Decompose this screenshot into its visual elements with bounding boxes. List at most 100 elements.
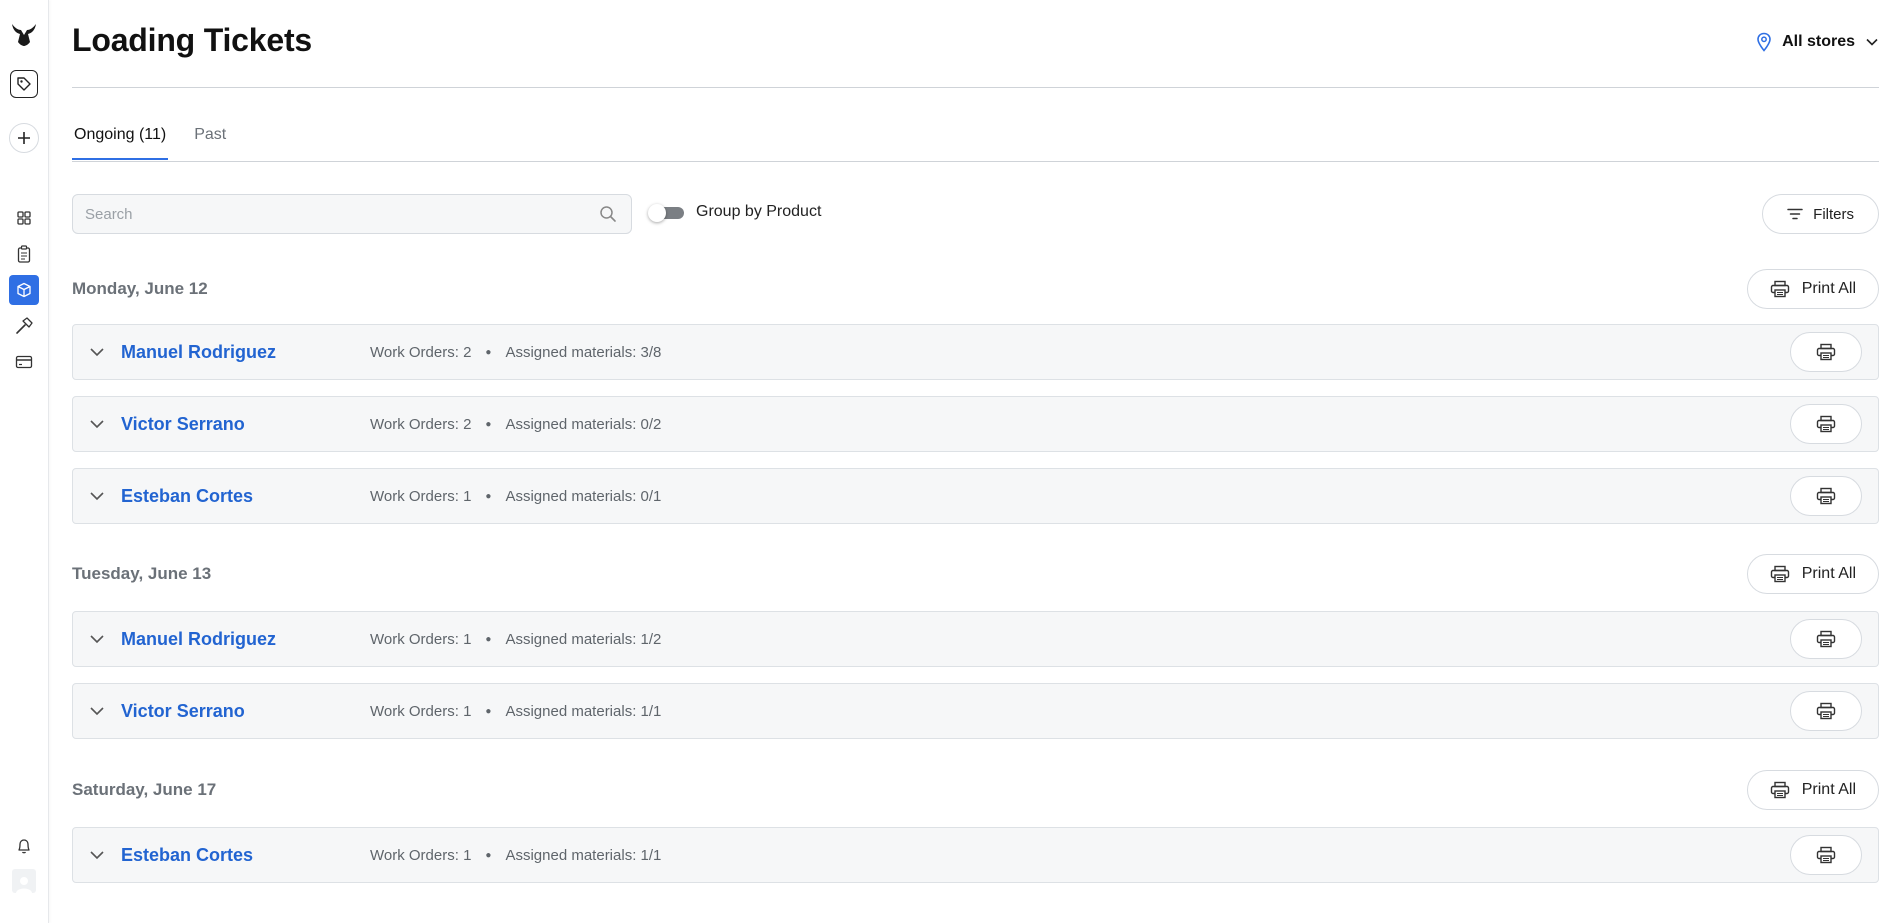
notifications-button[interactable] (0, 836, 48, 856)
printer-icon (1816, 487, 1836, 505)
expand-chevron-icon[interactable] (89, 347, 111, 357)
list-item: Manuel Rodriguez Work Orders: 1 ● Assigned… (72, 611, 1879, 667)
expand-chevron-icon[interactable] (89, 491, 111, 501)
user-avatar[interactable] (0, 868, 48, 894)
work-orders-count: Work Orders: 2 (370, 343, 472, 361)
add-button[interactable] (0, 122, 48, 154)
printer-icon (1816, 630, 1836, 648)
row-meta: Work Orders: 1 ● Assigned materials: 1/1 (370, 703, 661, 720)
print-all-label: Print All (1801, 280, 1856, 297)
location-pin-icon (1757, 32, 1771, 52)
box-icon (17, 282, 31, 298)
row-meta: Work Orders: 1 ● Assigned materials: 1/1 (370, 847, 661, 864)
bell-icon (18, 839, 30, 854)
store-selector-label: All stores (1782, 33, 1855, 50)
grid-icon (17, 211, 31, 225)
print-all-label: Print All (1801, 781, 1856, 798)
print-button[interactable] (1790, 619, 1862, 659)
page-title: Loading Tickets (72, 22, 313, 58)
assigned-materials: Assigned materials: 1/1 (505, 702, 662, 720)
separator-dot: ● (485, 418, 492, 430)
filters-button[interactable]: Filters (1762, 194, 1879, 234)
list-item: Esteban Cortes Work Orders: 1 ● Assigned m… (72, 468, 1879, 524)
tab-ongoing[interactable]: Ongoing (11) (72, 126, 169, 160)
print-button[interactable] (1790, 404, 1862, 444)
separator-dot: ● (485, 346, 492, 358)
work-orders-count: Work Orders: 1 (370, 630, 472, 648)
operator-name[interactable]: Victor Serrano (121, 701, 245, 722)
clipboard-icon (17, 245, 31, 263)
printer-icon (1816, 415, 1836, 433)
list-item: Manuel Rodriguez Work Orders: 2 ● Assigned… (72, 324, 1879, 380)
toggle-knob (648, 204, 666, 222)
work-orders-count: Work Orders: 1 (370, 846, 472, 864)
work-orders-count: Work Orders: 1 (370, 702, 472, 720)
expand-chevron-icon[interactable] (89, 634, 111, 644)
print-button[interactable] (1790, 476, 1862, 516)
card-icon (15, 355, 33, 369)
sidebar (0, 0, 49, 923)
header-divider (72, 87, 1879, 88)
day-title: Saturday, June 17 (72, 780, 217, 799)
nav-tools[interactable] (0, 316, 48, 336)
separator-dot: ● (485, 633, 492, 645)
print-button[interactable] (1790, 691, 1862, 731)
filters-label: Filters (1813, 205, 1854, 223)
printer-icon (1816, 343, 1836, 361)
tab-past[interactable]: Past (192, 126, 228, 160)
print-all-button[interactable]: Print All (1746, 554, 1879, 594)
tag-button[interactable] (0, 68, 48, 100)
logo-icon[interactable] (0, 20, 48, 50)
day-title: Monday, June 12 (72, 279, 208, 298)
operator-name[interactable]: Manuel Rodriguez (121, 629, 276, 650)
assigned-materials: Assigned materials: 3/8 (505, 343, 662, 361)
print-button[interactable] (1790, 332, 1862, 372)
printer-icon (1770, 280, 1789, 298)
separator-dot: ● (485, 849, 492, 861)
print-all-label: Print All (1801, 565, 1856, 582)
printer-icon (1816, 702, 1836, 720)
row-meta: Work Orders: 2 ● Assigned materials: 0/2 (370, 416, 661, 433)
operator-name[interactable]: Victor Serrano (121, 414, 245, 435)
day-header: Saturday, June 17 Print All (72, 770, 1879, 810)
printer-icon (1770, 565, 1789, 583)
printer-icon (1770, 781, 1789, 799)
print-button[interactable] (1790, 835, 1862, 875)
group-by-product-toggle[interactable] (648, 204, 684, 222)
nav-dashboard[interactable] (0, 208, 48, 228)
nav-orders[interactable] (0, 244, 48, 264)
assigned-materials: Assigned materials: 0/1 (505, 487, 662, 505)
avatar-icon (12, 869, 36, 893)
day-header: Tuesday, June 13 Print All (72, 554, 1879, 594)
day-title: Tuesday, June 13 (72, 564, 212, 583)
printer-icon (1816, 846, 1836, 864)
day-header: Monday, June 12 Print All (72, 269, 1879, 309)
row-meta: Work Orders: 1 ● Assigned materials: 1/2 (370, 631, 661, 648)
operator-name[interactable]: Esteban Cortes (121, 486, 253, 507)
search-input[interactable] (73, 205, 599, 223)
separator-dot: ● (485, 490, 492, 502)
assigned-materials: Assigned materials: 1/1 (505, 846, 662, 864)
expand-chevron-icon[interactable] (89, 850, 111, 860)
plus-icon (9, 123, 39, 153)
tab-bar: Ongoing (11) Past (72, 126, 228, 160)
operator-name[interactable]: Manuel Rodriguez (121, 342, 276, 363)
store-selector[interactable]: All stores (1756, 32, 1879, 52)
hammer-icon (16, 317, 33, 334)
expand-chevron-icon[interactable] (89, 706, 111, 716)
nav-loading-tickets[interactable] (0, 274, 48, 306)
group-by-product-label: Group by Product (696, 203, 822, 220)
print-all-button[interactable]: Print All (1746, 269, 1879, 309)
search-icon[interactable] (599, 205, 619, 223)
nav-billing[interactable] (0, 352, 48, 372)
assigned-materials: Assigned materials: 0/2 (505, 415, 662, 433)
print-all-button[interactable]: Print All (1746, 770, 1879, 810)
list-item: Victor Serrano Work Orders: 1 ● Assigned m… (72, 683, 1879, 739)
operator-name[interactable]: Esteban Cortes (121, 845, 253, 866)
tabs-divider (72, 161, 1879, 162)
search-box (72, 194, 632, 234)
assigned-materials: Assigned materials: 1/2 (505, 630, 662, 648)
expand-chevron-icon[interactable] (89, 419, 111, 429)
tag-icon (10, 70, 38, 98)
separator-dot: ● (485, 705, 492, 717)
